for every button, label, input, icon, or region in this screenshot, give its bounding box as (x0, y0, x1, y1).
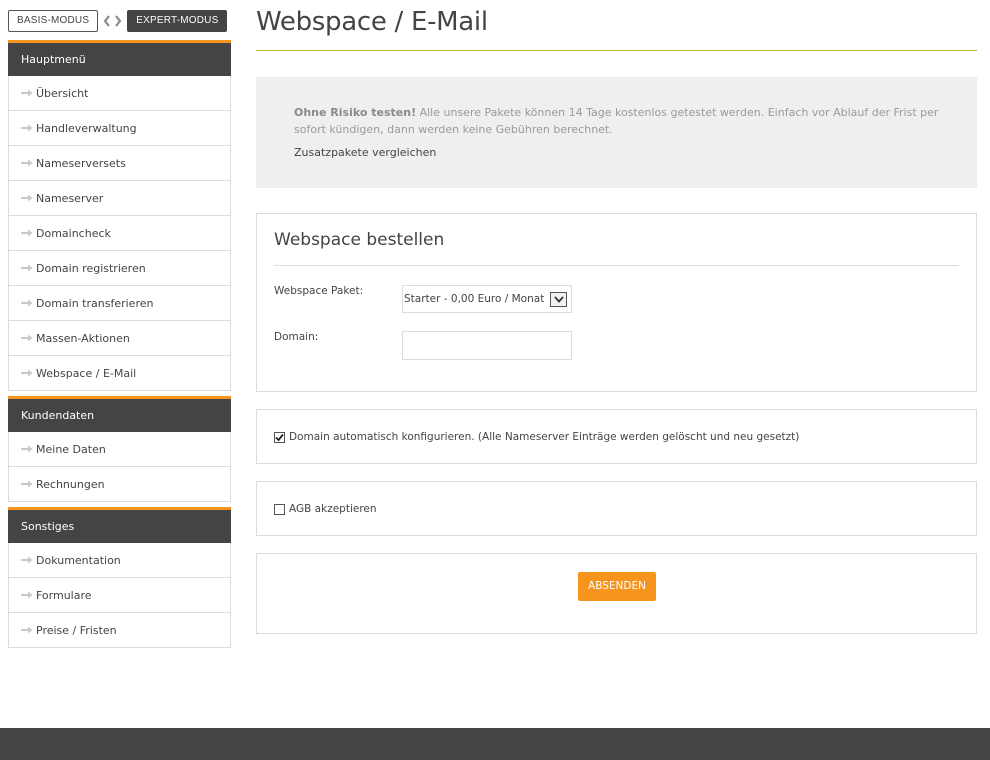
sidebar: Hauptmenü Übersicht Handleverwaltung Nam… (8, 40, 231, 648)
order-panel-title: Webspace bestellen (274, 214, 959, 266)
submit-panel: ABSENDEN (256, 553, 977, 634)
title-divider (256, 50, 977, 51)
sidebar-item-rechnungen[interactable]: Rechnungen (8, 467, 231, 502)
sidebar-item-massen-aktionen[interactable]: Massen-Aktionen (8, 321, 231, 356)
arrow-right-icon (21, 264, 33, 272)
sidebar-item-dokumentation[interactable]: Dokumentation (8, 543, 231, 578)
mode-arrows (103, 15, 122, 27)
sidebar-item-label: Übersicht (36, 86, 89, 100)
domain-input[interactable] (402, 331, 572, 360)
submit-button[interactable]: ABSENDEN (578, 572, 656, 601)
sidebar-item-formulare[interactable]: Formulare (8, 578, 231, 613)
checkmark-icon (275, 433, 284, 441)
page-title: Webspace / E-Mail (256, 7, 488, 37)
basis-mode-button[interactable]: BASIS-MODUS (8, 10, 99, 32)
arrow-right-icon (21, 89, 33, 97)
sidebar-item-meine-daten[interactable]: Meine Daten (8, 432, 231, 467)
auto-config-label: Domain automatisch konfigurieren. (Alle … (289, 431, 800, 443)
sidebar-item-domain-transferieren[interactable]: Domain transferieren (8, 286, 231, 321)
sidebar-item-label: Nameserver (36, 191, 104, 205)
sidebar-item-uebersicht[interactable]: Übersicht (8, 76, 231, 111)
package-select[interactable]: Starter - 0,00 Euro / Monat (402, 285, 572, 313)
chevron-right-icon[interactable] (114, 15, 122, 27)
arrow-right-icon (21, 626, 33, 634)
sidebar-item-nameserversets[interactable]: Nameserversets (8, 146, 231, 181)
arrow-right-icon (21, 556, 33, 564)
chevron-left-icon[interactable] (103, 15, 111, 27)
arrow-right-icon (21, 591, 33, 599)
menu-group-kundendaten: Kundendaten Meine Daten Rechnungen (8, 396, 231, 502)
sidebar-item-label: Nameserversets (36, 156, 126, 170)
arrow-right-icon (21, 299, 33, 307)
domain-row: Domain: (274, 331, 572, 360)
sidebar-item-label: Formulare (36, 588, 92, 602)
menu-group-sonstiges: Sonstiges Dokumentation Formulare Preise… (8, 507, 231, 648)
sidebar-item-label: Rechnungen (36, 477, 105, 491)
sidebar-item-label: Meine Daten (36, 442, 106, 456)
sidebar-item-label: Domain registrieren (36, 261, 146, 275)
mode-switch: BASIS-MODUS EXPERT-MODUS (8, 10, 228, 32)
sidebar-item-preise-fristen[interactable]: Preise / Fristen (8, 613, 231, 648)
sidebar-item-domaincheck[interactable]: Domaincheck (8, 216, 231, 251)
agb-checkbox[interactable] (274, 503, 285, 515)
sidebar-item-label: Dokumentation (36, 553, 121, 567)
arrow-right-icon (21, 229, 33, 237)
compare-packages-link[interactable]: Zusatzpakete vergleichen (294, 146, 939, 159)
arrow-right-icon (21, 194, 33, 202)
chevron-down-icon (550, 291, 567, 307)
info-box: Ohne Risiko testen! Alle unsere Pakete k… (256, 77, 977, 188)
package-row: Webspace Paket: Starter - 0,00 Euro / Mo… (274, 285, 572, 313)
sidebar-item-label: Preise / Fristen (36, 623, 117, 637)
sidebar-item-label: Domain transferieren (36, 296, 154, 310)
sidebar-item-domain-registrieren[interactable]: Domain registrieren (8, 251, 231, 286)
sidebar-item-label: Massen-Aktionen (36, 331, 130, 345)
menu-header: Sonstiges (8, 507, 231, 543)
sidebar-item-webspace-email[interactable]: Webspace / E-Mail (8, 356, 231, 391)
footer (0, 728, 990, 760)
agb-row: AGB akzeptieren (274, 503, 377, 515)
auto-config-checkbox[interactable] (274, 431, 285, 443)
sidebar-item-label: Webspace / E-Mail (36, 366, 137, 380)
order-panel: Webspace bestellen Webspace Paket: Start… (256, 213, 977, 392)
arrow-right-icon (21, 159, 33, 167)
agb-panel: AGB akzeptieren (256, 481, 977, 536)
sidebar-item-label: Handleverwaltung (36, 121, 137, 135)
agb-label: AGB akzeptieren (289, 503, 377, 515)
menu-header: Kundendaten (8, 396, 231, 432)
auto-config-row: Domain automatisch konfigurieren. (Alle … (274, 431, 799, 443)
sidebar-item-nameserver[interactable]: Nameserver (8, 181, 231, 216)
package-select-value: Starter - 0,00 Euro / Monat (404, 293, 545, 305)
info-bold: Ohne Risiko testen! (294, 106, 417, 119)
sidebar-item-label: Domaincheck (36, 226, 111, 240)
menu-header: Hauptmenü (8, 40, 231, 76)
domain-label: Domain: (274, 331, 319, 343)
arrow-right-icon (21, 480, 33, 488)
menu-group-hauptmenue: Hauptmenü Übersicht Handleverwaltung Nam… (8, 40, 231, 391)
package-label: Webspace Paket: (274, 285, 364, 297)
arrow-right-icon (21, 334, 33, 342)
expert-mode-button[interactable]: EXPERT-MODUS (127, 10, 228, 32)
arrow-right-icon (21, 124, 33, 132)
auto-config-panel: Domain automatisch konfigurieren. (Alle … (256, 409, 977, 464)
info-text: Ohne Risiko testen! Alle unsere Pakete k… (294, 104, 939, 138)
arrow-right-icon (21, 369, 33, 377)
arrow-right-icon (21, 445, 33, 453)
sidebar-item-handleverwaltung[interactable]: Handleverwaltung (8, 111, 231, 146)
